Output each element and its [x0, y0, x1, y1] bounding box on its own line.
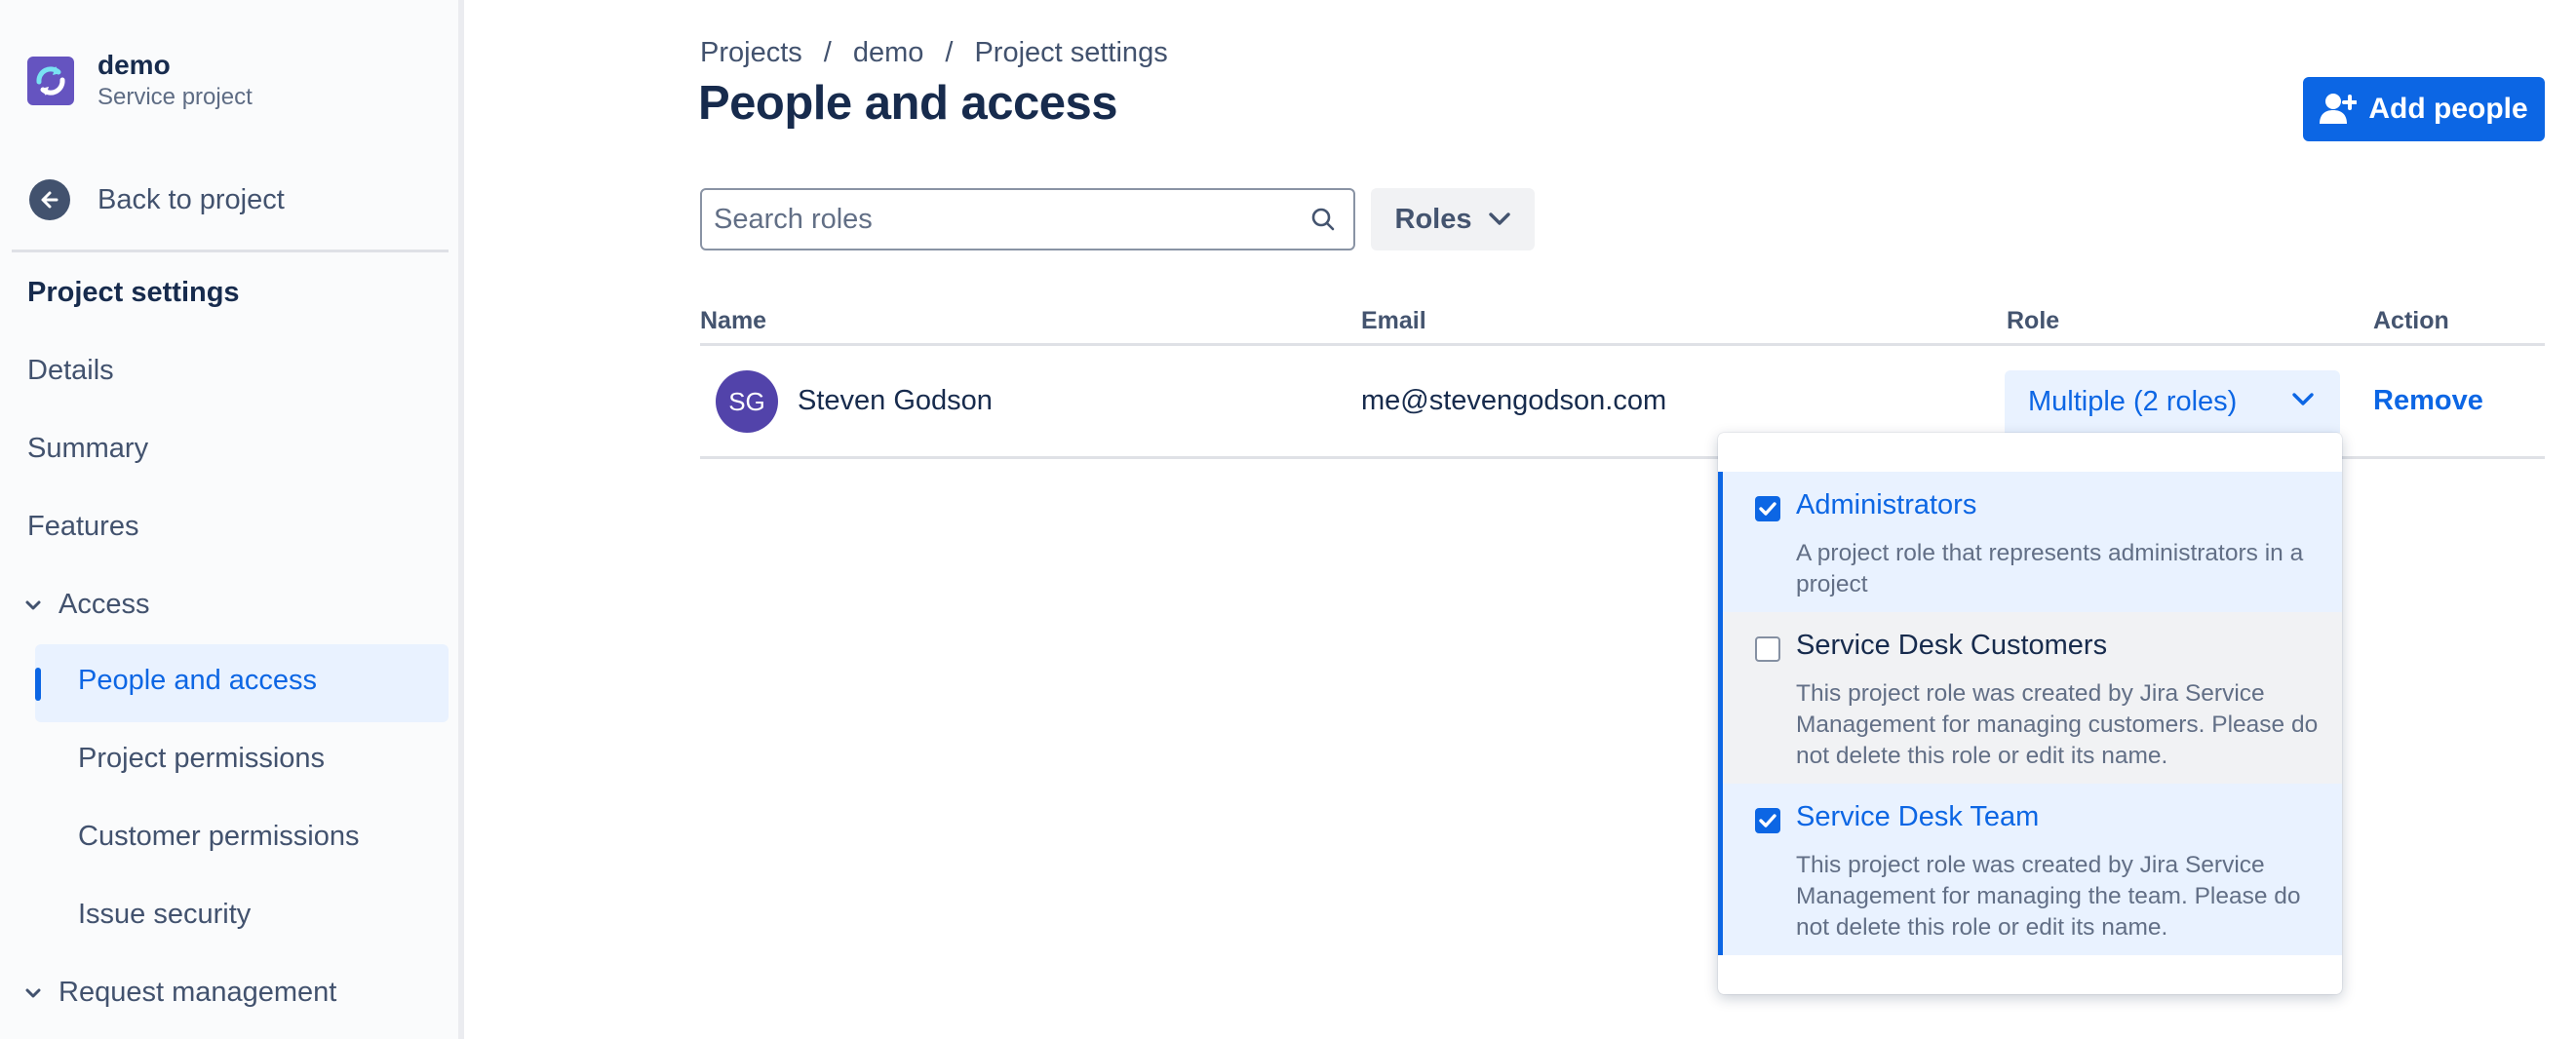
chevron-down-icon: [1489, 212, 1511, 225]
sidebar: demo Service project Back to project Pro…: [0, 0, 464, 1039]
sidebar-item-issue-security[interactable]: Issue security: [78, 899, 251, 931]
user-name: Steven Godson: [798, 385, 993, 416]
back-to-project-label: Back to project: [98, 183, 285, 215]
chevron-down-icon: [25, 600, 41, 609]
breadcrumb-demo[interactable]: demo: [853, 37, 924, 69]
checkmark-icon: [1759, 502, 1776, 516]
search-icon: [1311, 208, 1335, 231]
back-to-project-link[interactable]: Back to project: [29, 179, 285, 220]
sidebar-group-request-management[interactable]: Request management: [23, 977, 336, 1009]
search-roles-field[interactable]: [700, 188, 1355, 250]
role-menu: Administrators A project role that repre…: [1718, 433, 2342, 994]
service-project-icon: [27, 57, 74, 105]
column-header-action: Action: [2373, 307, 2449, 334]
sidebar-group-access-label: Access: [59, 589, 150, 620]
breadcrumb-project-settings[interactable]: Project settings: [974, 37, 1167, 69]
sidebar-item-people-and-access-label[interactable]: People and access: [78, 665, 317, 697]
checkbox-checked[interactable]: [1755, 496, 1780, 521]
sidebar-group-request-management-label: Request management: [59, 977, 337, 1008]
breadcrumb-projects[interactable]: Projects: [700, 37, 802, 69]
checkbox-checked[interactable]: [1755, 808, 1780, 833]
sidebar-item-project-permissions[interactable]: Project permissions: [78, 743, 325, 775]
column-header-email: Email: [1361, 307, 1426, 334]
role-option-description: This project role was created by Jira Se…: [1796, 680, 2319, 769]
role-option-description: This project role was created by Jira Se…: [1796, 852, 2301, 941]
sidebar-group-access[interactable]: Access: [23, 589, 149, 621]
column-header-name: Name: [700, 307, 767, 334]
sidebar-item-customer-permissions[interactable]: Customer permissions: [78, 821, 359, 853]
role-option-service-desk-customers[interactable]: Service Desk Customers This project role…: [1718, 612, 2342, 784]
user-email: me@stevengodson.com: [1361, 385, 1667, 416]
roles-filter-button[interactable]: Roles: [1371, 188, 1535, 250]
sidebar-item-details[interactable]: Details: [27, 355, 114, 387]
project-header[interactable]: demo Service project: [27, 49, 253, 113]
sidebar-item-summary[interactable]: Summary: [27, 433, 148, 465]
roles-filter-label: Roles: [1394, 203, 1472, 235]
add-people-button[interactable]: Add people: [2303, 77, 2545, 141]
role-select-value: Multiple (2 roles): [2028, 385, 2238, 417]
checkmark-icon: [1759, 814, 1776, 827]
role-option-title: Administrators: [1796, 489, 1977, 520]
checkbox-unchecked[interactable]: [1755, 636, 1780, 662]
avatar: SG: [716, 370, 778, 433]
add-person-icon: [2320, 94, 2358, 124]
search-input[interactable]: [702, 190, 1310, 249]
role-option-administrators[interactable]: Administrators A project role that repre…: [1718, 472, 2342, 612]
sidebar-divider: [12, 250, 449, 252]
add-people-label: Add people: [2368, 93, 2528, 125]
project-name: demo: [98, 50, 171, 80]
page-title: People and access: [698, 77, 1118, 130]
breadcrumb-separator: /: [823, 37, 832, 68]
role-option-description: A project role that represents administr…: [1796, 540, 2304, 597]
arrow-left-icon: [29, 179, 70, 220]
project-type: Service project: [98, 84, 253, 110]
breadcrumb: Projects / demo / Project settings: [700, 37, 1168, 69]
chevron-down-icon: [2292, 393, 2314, 405]
remove-user-link[interactable]: Remove: [2373, 385, 2483, 417]
breadcrumb-separator: /: [945, 37, 954, 68]
column-header-role: Role: [2007, 307, 2060, 334]
role-option-title: Service Desk Customers: [1796, 630, 2108, 661]
role-option-service-desk-team[interactable]: Service Desk Team This project role was …: [1718, 784, 2342, 955]
table-header-divider: [700, 343, 2545, 346]
sidebar-item-features[interactable]: Features: [27, 511, 138, 543]
chevron-down-icon: [25, 988, 41, 997]
active-indicator: [35, 668, 41, 701]
sidebar-heading: Project settings: [27, 277, 240, 308]
role-option-title: Service Desk Team: [1796, 801, 2040, 832]
role-select[interactable]: Multiple (2 roles): [2005, 370, 2340, 433]
